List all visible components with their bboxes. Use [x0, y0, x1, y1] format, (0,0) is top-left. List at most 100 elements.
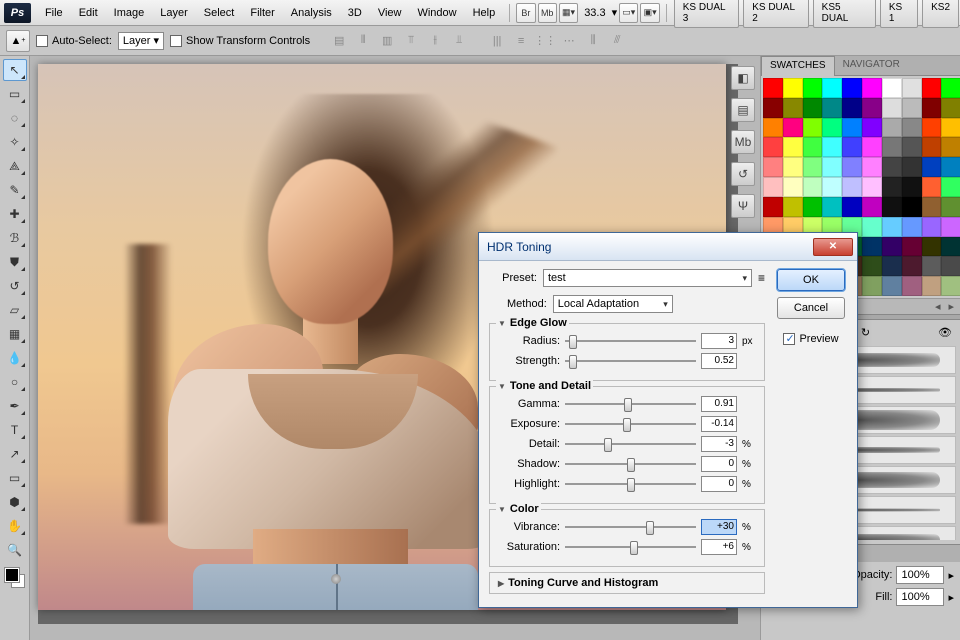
hand-tool[interactable]: ✋: [3, 515, 27, 537]
swatch[interactable]: [842, 177, 862, 197]
move-tool-icon[interactable]: ▲+: [6, 30, 30, 52]
swatch[interactable]: [763, 137, 783, 157]
ok-button[interactable]: OK: [777, 269, 845, 291]
swatch[interactable]: [862, 177, 882, 197]
swatch[interactable]: [862, 78, 882, 98]
menu-analysis[interactable]: Analysis: [283, 3, 340, 23]
distribute-h-icon[interactable]: |||: [488, 32, 506, 50]
swatch[interactable]: [902, 98, 922, 118]
shadow-slider[interactable]: [565, 456, 696, 472]
swatch[interactable]: [922, 157, 942, 177]
detail-slider[interactable]: [565, 436, 696, 452]
swatch[interactable]: [882, 197, 902, 217]
swatch[interactable]: [783, 197, 803, 217]
saturation-slider[interactable]: [565, 539, 696, 555]
disclosure-icon[interactable]: ▶: [498, 579, 504, 588]
swatch[interactable]: [803, 137, 823, 157]
ks-preset-button[interactable]: KS2: [922, 0, 959, 28]
brush-tool[interactable]: ℬ: [3, 227, 27, 249]
swatch[interactable]: [842, 118, 862, 138]
swatch[interactable]: [763, 78, 783, 98]
distribute-icon[interactable]: ⫼: [584, 32, 602, 50]
exposure-slider[interactable]: [565, 416, 696, 432]
swatch[interactable]: [862, 157, 882, 177]
swatch[interactable]: [803, 98, 823, 118]
swatch[interactable]: [803, 157, 823, 177]
method-combo[interactable]: Local Adaptation: [553, 295, 673, 313]
color-swatches[interactable]: [3, 566, 27, 590]
swatch[interactable]: [763, 98, 783, 118]
swatch[interactable]: [902, 137, 922, 157]
heal-tool[interactable]: ✚: [3, 203, 27, 225]
disclosure-icon[interactable]: ▼: [498, 382, 506, 391]
eraser-tool[interactable]: ▱: [3, 299, 27, 321]
ks-preset-button[interactable]: KS DUAL 3: [674, 0, 739, 28]
swatch[interactable]: [902, 177, 922, 197]
swatch[interactable]: [862, 276, 882, 296]
swatch[interactable]: [922, 177, 942, 197]
swatch[interactable]: [862, 197, 882, 217]
preset-menu-icon[interactable]: ≡: [758, 271, 765, 285]
fill-input[interactable]: 100%: [896, 588, 944, 606]
tab-navigator[interactable]: Navigator: [835, 56, 908, 75]
swatch[interactable]: [941, 177, 960, 197]
gradient-tool[interactable]: ▦: [3, 323, 27, 345]
swatch[interactable]: [842, 78, 862, 98]
align-top-icon[interactable]: ⫪: [402, 32, 420, 50]
distribute-icon[interactable]: ⋯: [560, 32, 578, 50]
swatch[interactable]: [902, 237, 922, 257]
swatch[interactable]: [763, 197, 783, 217]
swatch[interactable]: [902, 256, 922, 276]
swatch[interactable]: [783, 177, 803, 197]
distribute-icon[interactable]: ⋮⋮: [536, 32, 554, 50]
swatch[interactable]: [763, 118, 783, 138]
menu-layer[interactable]: Layer: [152, 3, 196, 23]
swatch[interactable]: [902, 197, 922, 217]
eyedropper-tool[interactable]: ✎: [3, 179, 27, 201]
blur-tool[interactable]: 💧: [3, 347, 27, 369]
menu-filter[interactable]: Filter: [242, 3, 282, 23]
stamp-tool[interactable]: ⛊: [3, 251, 27, 273]
ks-preset-button[interactable]: KS 1: [880, 0, 918, 28]
distribute-icon[interactable]: ⫻: [608, 32, 626, 50]
swatch[interactable]: [763, 157, 783, 177]
color-panel-icon[interactable]: ◧: [731, 66, 755, 90]
swatch[interactable]: [882, 256, 902, 276]
menu-help[interactable]: Help: [465, 3, 504, 23]
swatch[interactable]: [941, 276, 960, 296]
swatch[interactable]: [882, 177, 902, 197]
swatch[interactable]: [842, 137, 862, 157]
marquee-tool[interactable]: ▭: [3, 83, 27, 105]
swatch[interactable]: [862, 118, 882, 138]
gamma-slider[interactable]: [565, 396, 696, 412]
swatch[interactable]: [882, 157, 902, 177]
saturation-input[interactable]: +6: [701, 539, 737, 555]
swatch[interactable]: [822, 78, 842, 98]
bridge-icon[interactable]: Br: [516, 3, 535, 23]
viewgrid-icon[interactable]: ▦▾: [559, 3, 578, 23]
align-bottom-icon[interactable]: ⫫: [450, 32, 468, 50]
swatch[interactable]: [783, 157, 803, 177]
arrange-icon[interactable]: ▭▾: [619, 3, 638, 23]
swatch[interactable]: [941, 98, 960, 118]
swatch[interactable]: [763, 177, 783, 197]
vibrance-input[interactable]: +30: [701, 519, 737, 535]
swatch[interactable]: [902, 157, 922, 177]
swatch[interactable]: [783, 137, 803, 157]
usb-panel-icon[interactable]: Ψ: [731, 194, 755, 218]
auto-select-target[interactable]: Layer ▾: [118, 32, 164, 50]
swatch[interactable]: [803, 78, 823, 98]
close-icon[interactable]: ✕: [813, 238, 853, 256]
detail-input[interactable]: -3: [701, 436, 737, 452]
swatch[interactable]: [783, 98, 803, 118]
panel-menu-icon[interactable]: 👁: [938, 326, 952, 342]
swatch[interactable]: [803, 118, 823, 138]
swatch[interactable]: [941, 217, 960, 237]
swatch[interactable]: [842, 197, 862, 217]
swatch[interactable]: [902, 217, 922, 237]
wand-tool[interactable]: ✧: [3, 131, 27, 153]
swatch[interactable]: [882, 217, 902, 237]
move-tool[interactable]: ↖: [3, 59, 27, 81]
swatch[interactable]: [803, 177, 823, 197]
swatch[interactable]: [882, 237, 902, 257]
